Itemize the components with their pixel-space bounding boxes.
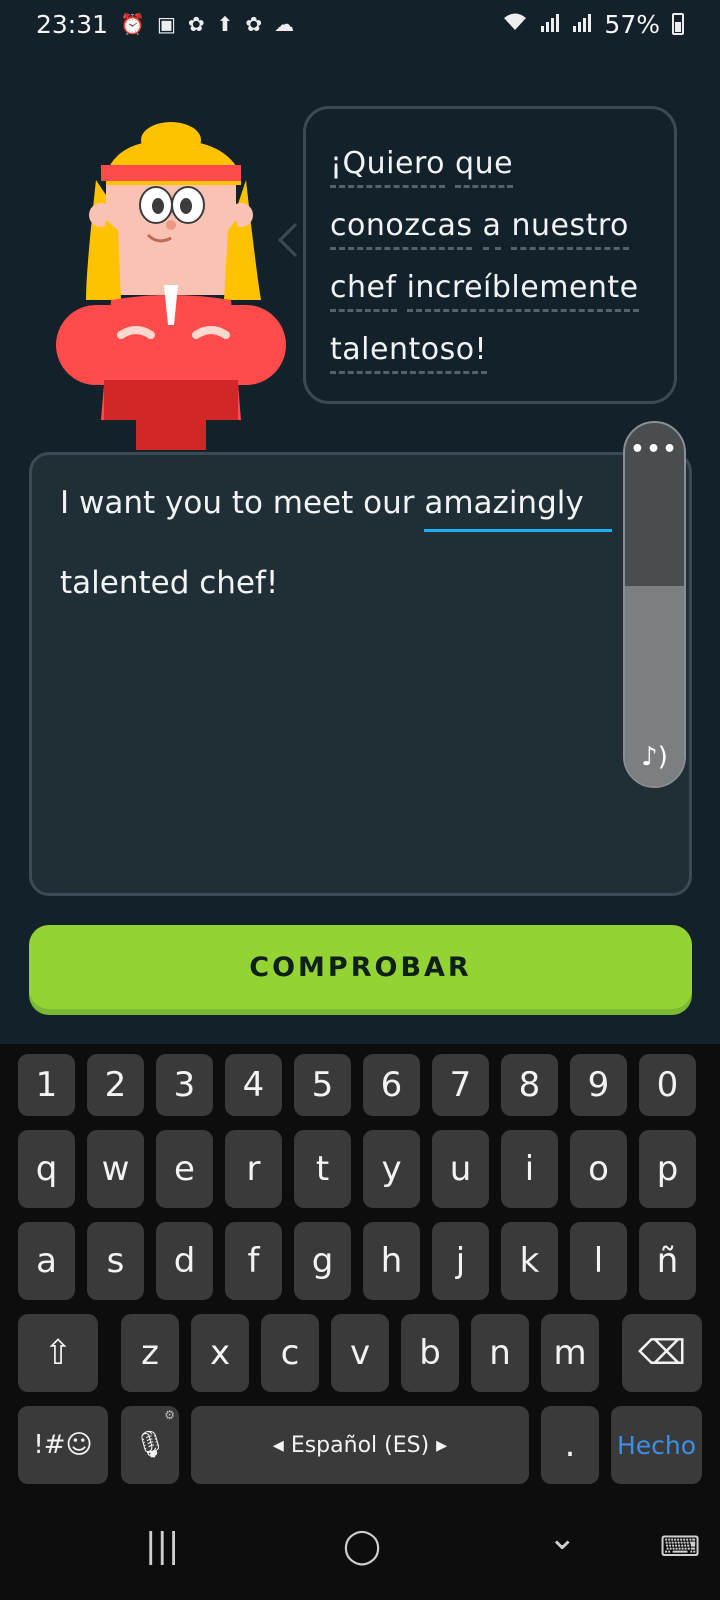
- key-5[interactable]: 5: [294, 1054, 351, 1116]
- signal-icon: [540, 12, 560, 37]
- leaf-icon: ✿: [187, 12, 205, 36]
- keyboard-row-a: asdfghjklñ: [0, 1222, 720, 1302]
- keyboard-hide-button[interactable]: ⌨: [660, 1530, 700, 1563]
- key-w[interactable]: w: [87, 1130, 144, 1208]
- music-volume-icon: ♪): [641, 742, 668, 772]
- bubble-word[interactable]: ¡Quiero: [330, 146, 445, 188]
- status-bar: 23:31 ⏰ ▣ ✿ ⬆ ✿ ☁ 57%: [0, 0, 720, 48]
- key-b[interactable]: b: [401, 1314, 459, 1392]
- bubble-word[interactable]: conozcas: [330, 208, 473, 250]
- bubble-line-4: talentoso!: [330, 319, 650, 381]
- check-button[interactable]: COMPROBAR: [29, 925, 692, 1009]
- key-f[interactable]: f: [225, 1222, 282, 1300]
- key-q[interactable]: q: [18, 1130, 75, 1208]
- done-key[interactable]: Hecho: [611, 1406, 702, 1484]
- recent-apps-button[interactable]: |||: [145, 1526, 179, 1566]
- cloud-icon: ☁: [274, 12, 295, 36]
- back-button[interactable]: ⌄: [548, 1518, 577, 1558]
- keyboard-row-q: qwertyuiop: [0, 1130, 720, 1210]
- key-0[interactable]: 0: [639, 1054, 696, 1116]
- key-j[interactable]: j: [432, 1222, 489, 1300]
- more-options-icon[interactable]: •••: [625, 437, 684, 462]
- bubble-word[interactable]: talentoso!: [330, 332, 488, 374]
- keyboard-row-numbers: 1234567890: [0, 1054, 720, 1134]
- key-k[interactable]: k: [501, 1222, 558, 1300]
- battery-icon: [672, 13, 684, 35]
- bubble-line-1: ¡Quiero que: [330, 133, 650, 195]
- shift-key[interactable]: ⇧: [18, 1314, 98, 1392]
- answer-line-1: I want you to meet our amazingly: [60, 485, 584, 521]
- key-7[interactable]: 7: [432, 1054, 489, 1116]
- key-i[interactable]: i: [501, 1130, 558, 1208]
- home-button[interactable]: ◯: [343, 1526, 381, 1566]
- bubble-word[interactable]: nuestro: [511, 208, 629, 250]
- key-9[interactable]: 9: [570, 1054, 627, 1116]
- key-x[interactable]: x: [191, 1314, 249, 1392]
- wifi-icon: [502, 12, 528, 37]
- key-4[interactable]: 4: [225, 1054, 282, 1116]
- bubble-line-3: chef increíblemente: [330, 257, 650, 319]
- keyboard: 1234567890 qwertyuiop asdfghjklñ ⇧ zxcvb…: [0, 1044, 720, 1502]
- keyboard-row-bottom: !#☺ 🎙 ⚙ ◂ Español (ES) ▸ . Hecho: [0, 1406, 720, 1486]
- input-cursor-underline: [424, 529, 612, 532]
- key-c[interactable]: c: [261, 1314, 319, 1392]
- key-e[interactable]: e: [156, 1130, 213, 1208]
- key-u[interactable]: u: [432, 1130, 489, 1208]
- key-o[interactable]: o: [570, 1130, 627, 1208]
- speech-bubble: ¡Quiero que conozcas a nuestro chef incr…: [303, 106, 677, 404]
- key-v[interactable]: v: [331, 1314, 389, 1392]
- settings-icon: ⚙: [164, 1408, 175, 1422]
- bubble-word[interactable]: a: [482, 208, 502, 250]
- space-key[interactable]: ◂ Español (ES) ▸: [191, 1406, 529, 1484]
- status-left: 23:31 ⏰ ▣ ✿ ⬆ ✿ ☁: [36, 10, 294, 39]
- navigation-bar: ||| ◯ ⌄ ⌨: [0, 1502, 720, 1600]
- key-r[interactable]: r: [225, 1130, 282, 1208]
- key-h[interactable]: h: [363, 1222, 420, 1300]
- key-z[interactable]: z: [121, 1314, 179, 1392]
- key-s[interactable]: s: [87, 1222, 144, 1300]
- period-key[interactable]: .: [541, 1406, 599, 1484]
- bubble-line-2: conozcas a nuestro: [330, 195, 650, 257]
- key-2[interactable]: 2: [87, 1054, 144, 1116]
- key-g[interactable]: g: [294, 1222, 351, 1300]
- key-6[interactable]: 6: [363, 1054, 420, 1116]
- image-icon: ▣: [156, 12, 176, 36]
- key-3[interactable]: 3: [156, 1054, 213, 1116]
- answer-text-area[interactable]: I want you to meet our amazingly talente…: [29, 452, 692, 896]
- volume-slider[interactable]: ••• ♪): [623, 421, 686, 788]
- key-d[interactable]: d: [156, 1222, 213, 1300]
- key-y[interactable]: y: [363, 1130, 420, 1208]
- leaf-icon: ✿: [245, 12, 263, 36]
- clock: 23:31: [36, 9, 109, 39]
- mic-key[interactable]: 🎙 ⚙: [121, 1406, 179, 1484]
- answer-current-word: amazingly: [424, 485, 584, 521]
- bubble-word[interactable]: chef: [330, 270, 397, 312]
- answer-prefix: I want you to meet our: [60, 485, 425, 521]
- key-8[interactable]: 8: [501, 1054, 558, 1116]
- bubble-word[interactable]: increíblemente: [406, 270, 639, 312]
- signal-icon: [572, 12, 592, 37]
- battery-percent: 57%: [604, 9, 660, 39]
- alarm-icon: ⏰: [120, 12, 145, 36]
- bubble-word[interactable]: que: [455, 146, 514, 188]
- key-1[interactable]: 1: [18, 1054, 75, 1116]
- microphone-icon: 🎙: [133, 1430, 167, 1460]
- key-ñ[interactable]: ñ: [639, 1222, 696, 1300]
- chef-character-illustration: [56, 122, 286, 450]
- keyboard-row-z: ⇧ zxcvbnm ⌫: [0, 1314, 720, 1394]
- key-p[interactable]: p: [639, 1130, 696, 1208]
- symbols-key[interactable]: !#☺: [18, 1406, 108, 1484]
- key-n[interactable]: n: [471, 1314, 529, 1392]
- status-right: 57%: [502, 10, 684, 39]
- key-m[interactable]: m: [541, 1314, 599, 1392]
- key-l[interactable]: l: [570, 1222, 627, 1300]
- key-a[interactable]: a: [18, 1222, 75, 1300]
- backspace-key[interactable]: ⌫: [622, 1314, 702, 1392]
- answer-line-2: talented chef!: [60, 565, 279, 601]
- key-t[interactable]: t: [294, 1130, 351, 1208]
- upload-icon: ⬆: [216, 12, 234, 36]
